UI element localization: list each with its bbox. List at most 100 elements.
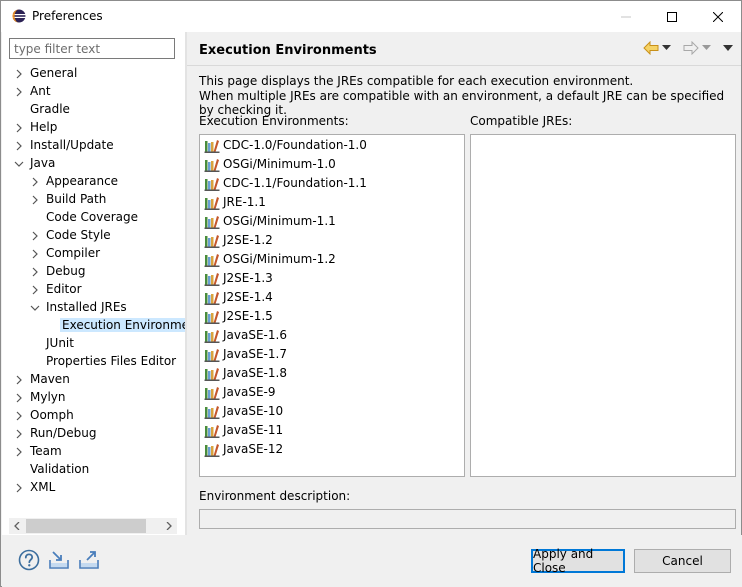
tree-item[interactable]: Installed JREs bbox=[2, 299, 185, 317]
chevron-right-icon[interactable] bbox=[14, 141, 24, 151]
tree-item[interactable]: Debug bbox=[2, 263, 185, 281]
chevron-right-icon[interactable] bbox=[14, 447, 24, 457]
tree-item[interactable]: Code Style bbox=[2, 227, 185, 245]
back-arrow-icon[interactable] bbox=[643, 41, 659, 55]
tree-item[interactable]: Properties Files Editor bbox=[2, 353, 185, 371]
tree-item[interactable]: Compiler bbox=[2, 245, 185, 263]
preferences-tree[interactable]: General Ant Gradle Help Install/Update Java Ap… bbox=[2, 64, 185, 516]
view-menu-icon[interactable] bbox=[723, 45, 733, 51]
tree-item[interactable]: General bbox=[2, 65, 185, 83]
tree-item[interactable]: Ant bbox=[2, 83, 185, 101]
chevron-right-icon[interactable] bbox=[14, 69, 24, 79]
chevron-right-icon[interactable] bbox=[14, 87, 24, 97]
dialog-button-bar: Apply and Close Cancel bbox=[2, 535, 742, 587]
java-library-icon bbox=[204, 197, 220, 210]
tree-item[interactable]: Install/Update bbox=[2, 137, 185, 155]
title-bar[interactable]: Preferences bbox=[1, 1, 741, 32]
scroll-right-icon[interactable] bbox=[161, 518, 177, 534]
scroll-thumb[interactable] bbox=[26, 519, 146, 533]
forward-dropdown-icon[interactable] bbox=[702, 45, 711, 51]
horizontal-scrollbar[interactable] bbox=[9, 518, 177, 534]
tree-item-label: Code Style bbox=[46, 228, 111, 242]
tree-item-label: Editor bbox=[46, 282, 82, 296]
apply-and-close-button[interactable]: Apply and Close bbox=[531, 547, 625, 575]
tree-item-label: Oomph bbox=[30, 408, 74, 422]
chevron-right-icon[interactable] bbox=[30, 231, 40, 241]
chevron-down-icon[interactable] bbox=[14, 159, 24, 169]
page-description-line-2: When multiple JREs are compatible with a… bbox=[199, 89, 725, 117]
tree-item[interactable]: Run/Debug bbox=[2, 425, 185, 443]
minimize-icon bbox=[621, 16, 631, 17]
java-library-icon bbox=[204, 178, 220, 191]
java-library-icon bbox=[204, 406, 220, 419]
chevron-right-icon[interactable] bbox=[30, 267, 40, 277]
environment-label: OSGi/Minimum-1.2 bbox=[223, 252, 336, 266]
tree-item[interactable]: Execution Environmen bbox=[2, 317, 185, 335]
tree-item[interactable]: Team bbox=[2, 443, 185, 461]
chevron-right-icon[interactable] bbox=[14, 123, 24, 133]
tree-item-label: Build Path bbox=[46, 192, 107, 206]
tree-item[interactable]: Oomph bbox=[2, 407, 185, 425]
chevron-right-icon[interactable] bbox=[14, 429, 24, 439]
eclipse-icon bbox=[12, 9, 26, 23]
compatible-jres-list[interactable] bbox=[470, 134, 736, 477]
tree-item-label: Help bbox=[30, 120, 58, 134]
environment-label: OSGi/Minimum-1.0 bbox=[223, 157, 336, 171]
tree-item[interactable]: XML bbox=[2, 479, 185, 497]
cancel-button[interactable]: Cancel bbox=[634, 549, 731, 573]
chevron-right-icon[interactable] bbox=[30, 285, 40, 295]
window-title: Preferences bbox=[32, 9, 103, 23]
chevron-right-icon[interactable] bbox=[30, 249, 40, 259]
tree-item[interactable]: Mylyn bbox=[2, 389, 185, 407]
tree-item[interactable]: Validation bbox=[2, 461, 185, 479]
java-library-icon bbox=[204, 273, 220, 286]
tree-item[interactable]: Maven bbox=[2, 371, 185, 389]
environment-label: JavaSE-10 bbox=[223, 404, 284, 418]
back-dropdown-icon[interactable] bbox=[662, 45, 671, 51]
filter-input[interactable] bbox=[9, 38, 175, 59]
environment-label: JavaSE-9 bbox=[223, 385, 276, 399]
environment-description-label: Environment description: bbox=[199, 489, 351, 503]
import-icon[interactable] bbox=[48, 549, 70, 571]
tree-item-label: General bbox=[30, 66, 78, 80]
java-library-icon bbox=[204, 292, 220, 305]
tree-item[interactable]: Build Path bbox=[2, 191, 185, 209]
preferences-window: Preferences General Ant Gradle Help Install/… bbox=[0, 0, 742, 587]
chevron-right-icon[interactable] bbox=[30, 195, 40, 205]
environment-label: OSGi/Minimum-1.1 bbox=[223, 214, 336, 228]
chevron-down-icon[interactable] bbox=[30, 303, 40, 313]
execution-environments-list[interactable]: CDC-1.0/Foundation-1.0 OSGi/Minimum-1.0 CD… bbox=[199, 134, 465, 477]
tree-item-label: Java bbox=[30, 156, 56, 170]
tree-item-label: Run/Debug bbox=[30, 426, 97, 440]
chevron-right-icon[interactable] bbox=[14, 411, 24, 421]
environment-label: J2SE-1.5 bbox=[223, 309, 273, 323]
tree-item[interactable]: Appearance bbox=[2, 173, 185, 191]
tree-item-label: Debug bbox=[46, 264, 86, 278]
tree-item[interactable]: Help bbox=[2, 119, 185, 137]
page-header: Execution Environments bbox=[187, 32, 741, 66]
tree-item[interactable]: JUnit bbox=[2, 335, 185, 353]
environment-label: JavaSE-1.8 bbox=[223, 366, 287, 380]
chevron-right-icon[interactable] bbox=[14, 375, 24, 385]
export-icon[interactable] bbox=[78, 549, 100, 571]
close-button[interactable] bbox=[695, 1, 741, 32]
maximize-icon bbox=[667, 11, 677, 22]
tree-item-label: Validation bbox=[30, 462, 90, 476]
maximize-button[interactable] bbox=[649, 1, 695, 32]
chevron-right-icon[interactable] bbox=[14, 393, 24, 403]
tree-item-label: Properties Files Editor bbox=[46, 354, 177, 368]
tree-item-label: Mylyn bbox=[30, 390, 66, 404]
tree-item[interactable]: Editor bbox=[2, 281, 185, 299]
tree-item-label: Execution Environmen bbox=[60, 318, 185, 332]
scroll-left-icon[interactable] bbox=[9, 518, 25, 534]
tree-item[interactable]: Java bbox=[2, 155, 185, 173]
chevron-right-icon[interactable] bbox=[30, 177, 40, 187]
tree-item[interactable]: Code Coverage bbox=[2, 209, 185, 227]
forward-arrow-icon[interactable] bbox=[683, 41, 699, 55]
tree-item-label: JUnit bbox=[46, 336, 74, 350]
help-icon[interactable] bbox=[18, 549, 40, 571]
minimize-button[interactable] bbox=[603, 1, 649, 32]
tree-item[interactable]: Gradle bbox=[2, 101, 185, 119]
chevron-right-icon[interactable] bbox=[14, 483, 24, 493]
preferences-nav-pane: General Ant Gradle Help Install/Update Java Ap… bbox=[2, 32, 185, 535]
